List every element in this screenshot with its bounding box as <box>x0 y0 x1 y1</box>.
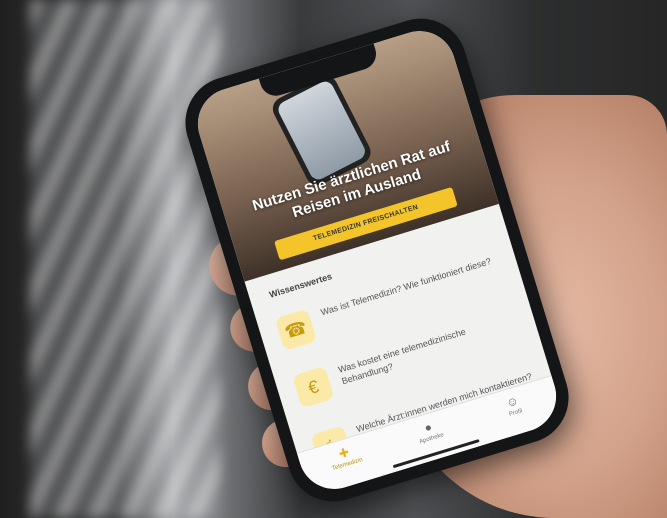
euro-hand-icon: € <box>292 365 335 409</box>
phone-screen: Nutzen Sie ärztlichen Rat auf Reisen im … <box>188 22 566 498</box>
window-light <box>30 0 220 518</box>
tab-label: Profil <box>508 408 524 418</box>
phone-doctor-icon: ☎ <box>274 308 318 352</box>
smartphone: Nutzen Sie ärztlichen Rat auf Reisen im … <box>174 7 580 513</box>
section-title: Wissenswertes <box>268 271 334 300</box>
list-item-label: Was ist Telemedizin? Wie funktioniert di… <box>319 255 493 318</box>
